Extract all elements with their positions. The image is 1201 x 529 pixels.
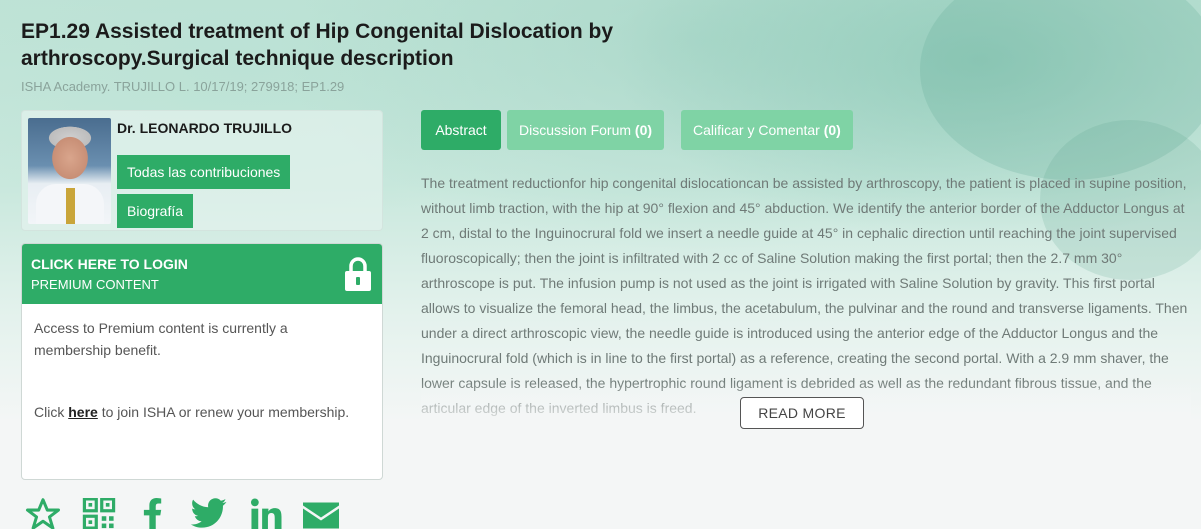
star-icon[interactable]	[23, 498, 63, 529]
linkedin-icon[interactable]	[249, 498, 283, 529]
login-header-button[interactable]: CLICK HERE TO LOGIN PREMIUM CONTENT	[22, 244, 382, 304]
author-avatar[interactable]	[28, 118, 111, 224]
twitter-icon[interactable]	[190, 498, 228, 529]
tab-forum-label: Discussion Forum	[519, 122, 632, 138]
tab-discussion-forum[interactable]: Discussion Forum (0)	[507, 110, 665, 150]
qr-code-icon[interactable]	[82, 498, 116, 529]
lock-icon	[345, 257, 371, 291]
page-title: EP1.29 Assisted treatment of Hip Congeni…	[21, 20, 614, 70]
tab-abstract[interactable]: Abstract	[421, 110, 501, 150]
premium-info-text: Access to Premium content is currently a…	[34, 320, 288, 358]
tab-rate-label: Calificar y Comentar	[693, 122, 820, 138]
biography-button[interactable]: Biografía	[117, 194, 194, 228]
page-meta: ISHA Academy. TRUJILLO L. 10/17/19; 2799…	[21, 79, 345, 94]
all-contributions-button[interactable]: Todas las contribuciones	[117, 155, 291, 189]
login-body: Access to Premium content is currently a…	[34, 317, 364, 423]
page-content: EP1.29 Assisted treatment of Hip Congeni…	[0, 0, 1201, 529]
email-icon[interactable]	[301, 498, 341, 529]
login-subtitle: PREMIUM CONTENT	[31, 277, 159, 292]
author-name: Dr. LEONARDO TRUJILLO	[117, 120, 293, 136]
tab-forum-count: (0)	[634, 122, 653, 138]
join-text: Click here to join ISHA or renew your me…	[34, 401, 364, 423]
tab-rate-count: (0)	[823, 122, 841, 138]
premium-login-box: CLICK HERE TO LOGIN PREMIUM CONTENT Acce…	[21, 243, 383, 480]
join-text-suffix: to join ISHA or renew your membership.	[97, 404, 350, 420]
join-text-prefix: Click	[34, 404, 69, 420]
facebook-icon[interactable]	[141, 498, 165, 529]
join-here-link[interactable]: here	[68, 404, 98, 420]
tab-rate-comment[interactable]: Calificar y Comentar (0)	[681, 110, 853, 150]
author-card: Dr. LEONARDO TRUJILLO Todas las contribu…	[21, 110, 383, 231]
avatar-tie	[66, 188, 75, 224]
read-more-button[interactable]: READ MORE	[740, 397, 864, 429]
login-title: CLICK HERE TO LOGIN	[31, 256, 188, 272]
